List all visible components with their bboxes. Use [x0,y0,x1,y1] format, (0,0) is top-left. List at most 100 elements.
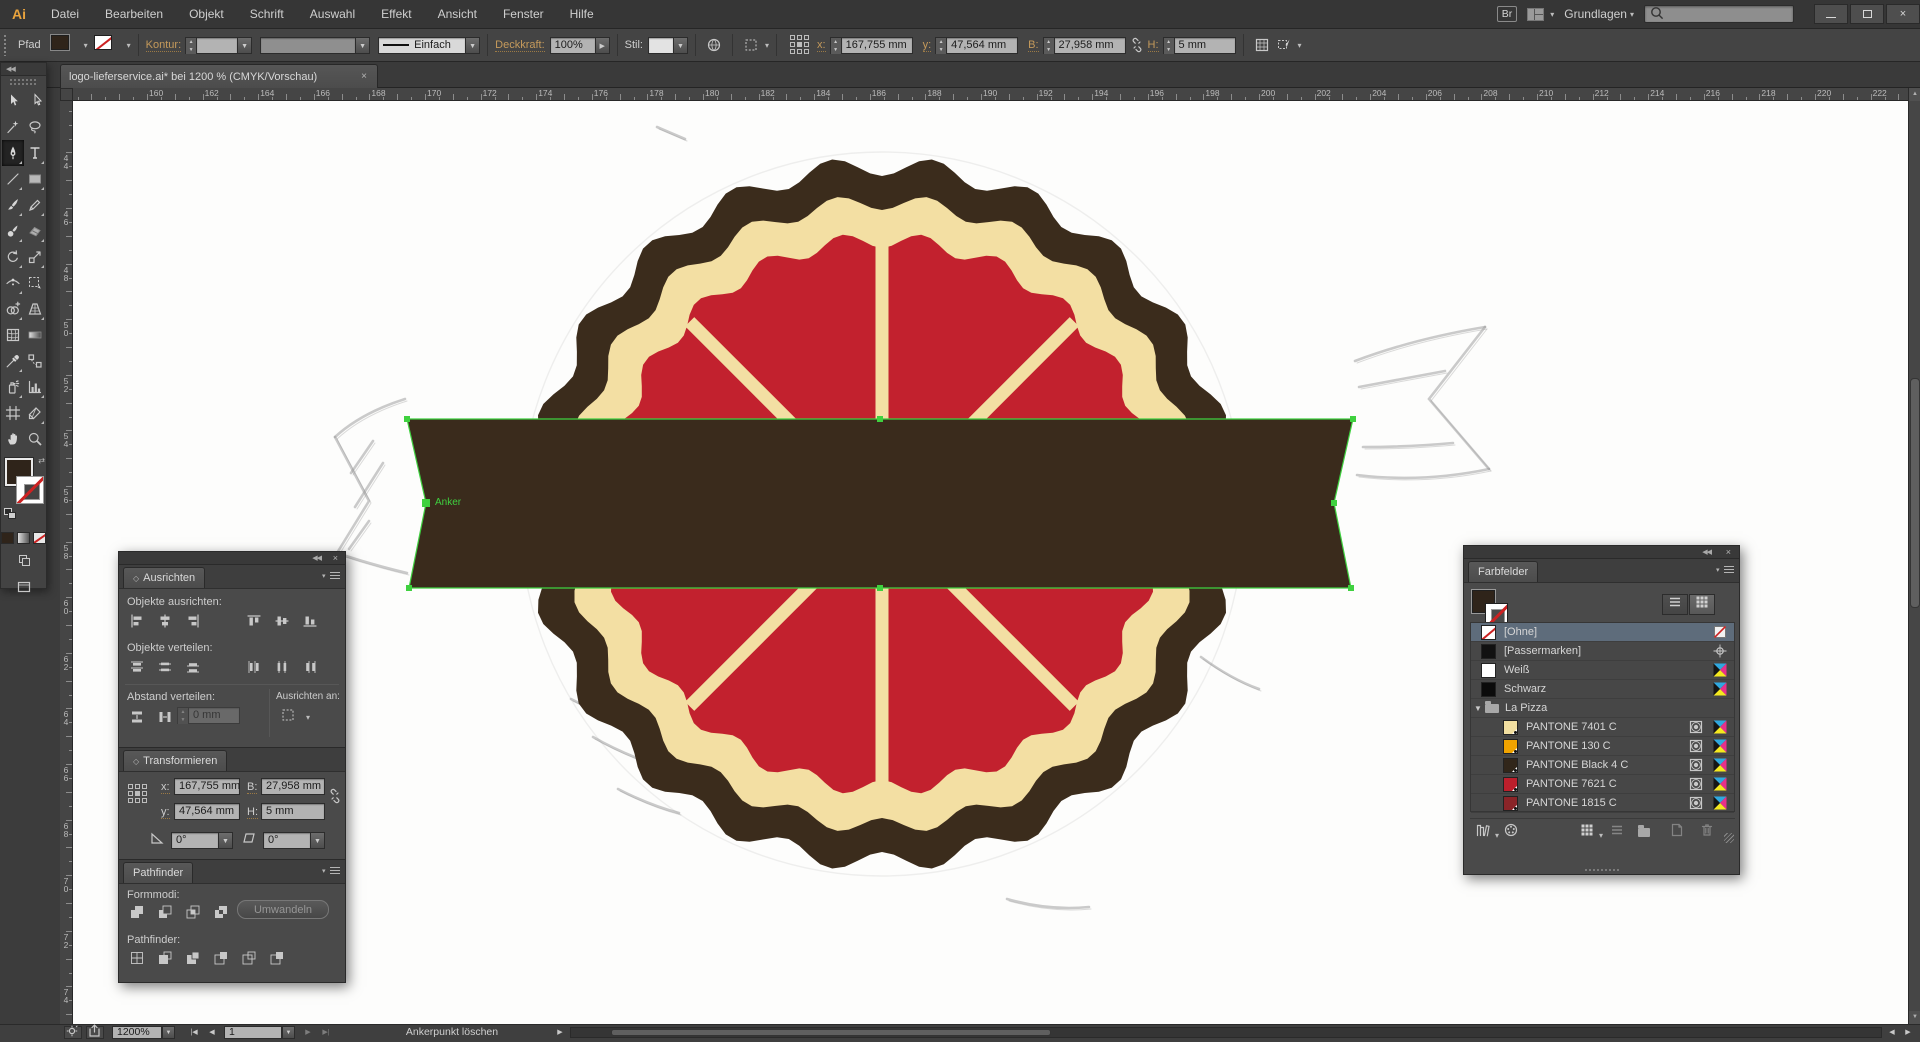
shear-dropdown[interactable]: ▼ [311,832,325,849]
opacity-flyout[interactable]: ▶ [596,37,610,54]
chevron-down-icon[interactable]: ▾ [765,41,769,50]
style-dropdown[interactable]: ▼ [674,37,688,54]
default-fill-stroke-icon[interactable] [4,508,17,519]
disclosure-triangle-icon[interactable]: ▼ [1471,704,1485,713]
anchor-point[interactable] [1348,585,1354,591]
minimize-button[interactable] [1814,4,1848,24]
transform-reference-grid[interactable] [128,784,149,805]
minus-front-button[interactable] [153,902,177,922]
cmyk-icon[interactable] [1712,681,1728,697]
align-to-pixel-grid-icon[interactable] [1253,36,1271,54]
document-setup-icon[interactable] [705,36,723,54]
ruler-origin-corner[interactable] [60,88,73,101]
registration-icon[interactable] [1712,643,1728,659]
artboard-tool[interactable] [2,400,24,426]
vertical-scroll-thumb[interactable] [1910,378,1920,608]
first-artboard-icon[interactable]: |◀ [186,1026,202,1039]
align-top-button[interactable] [242,611,266,631]
spot-icon[interactable] [1688,795,1704,811]
swatch-kinds-icon[interactable] [1578,823,1596,841]
y-stepper[interactable]: ▲▼ [935,37,946,54]
anchor-point[interactable] [422,499,430,507]
gradient-tool[interactable] [24,322,46,348]
zoom-dropdown[interactable]: ▼ [162,1026,175,1039]
spot-icon[interactable] [1688,738,1704,754]
align-bottom-button[interactable] [298,611,322,631]
opacity-label[interactable]: Deckkraft: [495,39,545,52]
style-swatch-field[interactable] [648,37,674,54]
list-view-button[interactable] [1662,594,1688,615]
chevron-down-icon[interactable]: ▾ [1298,41,1302,50]
swatch-row[interactable]: [Ohne] [1471,623,1734,642]
tab-swatches[interactable]: Farbfelder [1468,561,1538,582]
constrain-proportions-icon[interactable] [1128,36,1146,54]
width-tool[interactable] [2,270,24,296]
x-field[interactable]: 167,755 mm [841,37,913,54]
column-graph-tool[interactable] [24,374,46,400]
brush-definition-dropdown[interactable]: ▼ [356,37,370,54]
swatch-libraries-icon[interactable] [1474,823,1492,841]
anchor-point[interactable] [877,416,883,422]
grid-view-button[interactable] [1689,594,1715,615]
cmyk-icon[interactable] [1712,719,1728,735]
panel-close-icon[interactable]: × [1726,546,1731,559]
stroke-weight-label[interactable]: Kontur: [146,39,181,52]
swap-fill-stroke-icon[interactable]: ⇄ [38,456,45,465]
drawing-modes-button[interactable] [1,552,46,573]
magic-wand-tool[interactable] [2,114,24,140]
menu-auswahl[interactable]: Auswahl [297,0,368,28]
symbol-sprayer-tool[interactable] [2,374,24,400]
stroke-weight-field[interactable] [196,37,238,54]
scale-tool[interactable] [24,244,46,270]
rotate-field[interactable]: 0° [171,832,219,849]
shape-builder-tool[interactable] [2,296,24,322]
scroll-down-icon[interactable]: ▼ [1909,1011,1920,1024]
brush-definition-field[interactable] [260,37,356,54]
height-field[interactable]: 5 mm [1174,37,1236,54]
align-hcenter-button[interactable] [153,611,177,631]
perspective-grid-tool[interactable] [24,296,46,322]
vertical-ruler[interactable]: 44464850525456586062646668707274 [60,101,73,1024]
spot-icon[interactable] [1688,757,1704,773]
menu-schrift[interactable]: Schrift [237,0,297,28]
color-themes-icon[interactable] [1502,823,1520,841]
menu-fenster[interactable]: Fenster [490,0,557,28]
bridge-button[interactable]: Br [1497,6,1518,22]
restore-button[interactable] [1850,4,1884,24]
type-tool[interactable] [24,140,46,166]
align-vcenter-button[interactable] [270,611,294,631]
rotate-dropdown[interactable]: ▼ [219,832,233,849]
color-mode-button[interactable] [1,532,14,544]
free-transform-tool[interactable] [24,270,46,296]
x-label[interactable]: x: [817,39,826,52]
constrain-proportions-icon[interactable] [323,788,347,808]
transform-y-label[interactable]: y: [161,806,170,819]
scroll-right-icon[interactable]: ▶ [1900,1026,1916,1039]
chevron-down-icon[interactable]: ▾ [127,41,131,50]
menu-datei[interactable]: Datei [38,0,92,28]
trim-button[interactable] [153,948,177,968]
direct-selection-tool[interactable] [24,88,46,114]
none-indicator-icon[interactable] [1712,624,1728,640]
workspace-switcher-icon[interactable] [1527,8,1544,21]
menu-objekt[interactable]: Objekt [176,0,237,28]
tab-close-icon[interactable]: × [359,71,369,82]
anchor-point[interactable] [404,416,410,422]
width-field[interactable]: 27,958 mm [1054,37,1126,54]
tab-align[interactable]: ◇ Ausrichten [123,567,205,588]
transform-width-label[interactable]: B: [247,781,257,794]
new-color-group-icon[interactable] [1638,823,1656,841]
gradient-mode-button[interactable] [17,532,30,544]
transform-height-field[interactable]: 5 mm [261,803,325,820]
anchor-point[interactable] [877,585,883,591]
scroll-left-icon[interactable]: ◀ [1884,1026,1900,1039]
export-icon[interactable] [86,1026,104,1039]
align-right-button[interactable] [181,611,205,631]
stroke-weight-dropdown[interactable]: ▼ [238,37,252,54]
chevron-down-icon[interactable]: ▾ [306,713,310,722]
app-logo[interactable]: Ai [0,6,38,22]
pencil-tool[interactable] [24,192,46,218]
dist-vspace-button[interactable] [125,707,149,727]
previous-artboard-icon[interactable]: ◀ [204,1026,220,1039]
cmyk-icon[interactable] [1712,757,1728,773]
